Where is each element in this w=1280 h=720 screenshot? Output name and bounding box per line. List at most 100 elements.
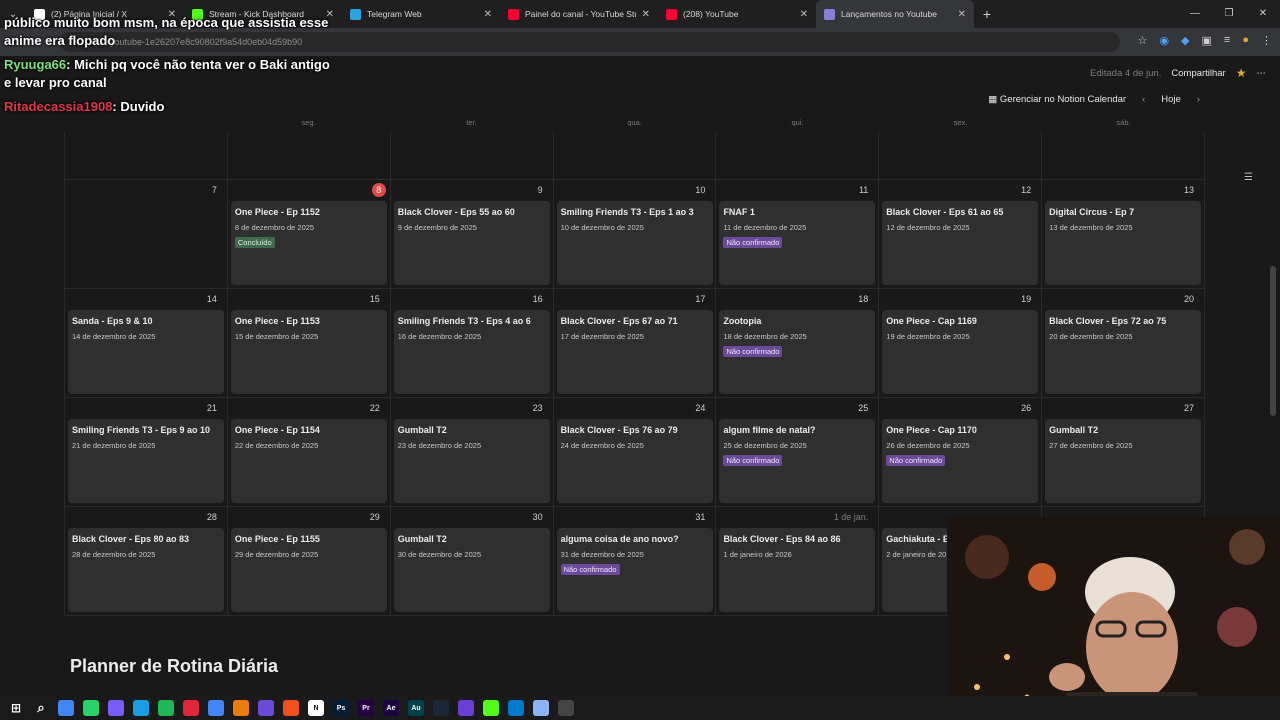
calendar-event-card[interactable]: One Piece - Ep 1154 22 de dezembro de 202… [230, 419, 387, 503]
calendar-event-card[interactable]: Digital Circus - Ep 7 13 de dezembro de 2… [1045, 201, 1202, 285]
steam-icon[interactable] [433, 700, 449, 716]
windows-start-icon[interactable]: ⊞ [8, 700, 24, 716]
close-tab-icon[interactable]: ✕ [484, 9, 492, 20]
calendar-event-card[interactable]: FNAF 1 11 de dezembro de 2025 Não confirma… [719, 201, 876, 285]
calendar-day-cell[interactable] [1042, 132, 1206, 180]
blender-icon[interactable] [233, 700, 249, 716]
calendar-event-card[interactable]: One Piece - Cap 1170 26 de dezembro de 20… [882, 419, 1039, 503]
close-window-button[interactable]: ✕ [1246, 0, 1280, 28]
browser-tab[interactable]: Lançamentos no Youtube ✕ [816, 0, 974, 28]
extension-icon[interactable]: ◉ [1159, 34, 1169, 47]
prev-month-button[interactable]: ‹ [1142, 94, 1145, 105]
photoshop-icon[interactable]: Ps [333, 700, 349, 716]
figma-icon[interactable] [283, 700, 299, 716]
calendar-day-cell[interactable]: 1 de jan. Black Clover - Eps 84 ao 86 1 de… [716, 507, 880, 616]
calendar-event-card[interactable]: One Piece - Ep 1153 15 de dezembro de 202… [230, 310, 387, 394]
calendar-day-cell[interactable]: 14 Sanda - Eps 9 & 10 14 de dezembro de 20… [65, 289, 228, 398]
chrome-icon[interactable] [58, 700, 74, 716]
more-options-icon[interactable]: ⋯ [1257, 68, 1267, 79]
calendar-day-cell[interactable]: 11 FNAF 1 11 de dezembro de 2025 Não confir… [716, 180, 880, 289]
calendar-day-cell[interactable]: 21 Smiling Friends T3 - Eps 9 ao 10 21 de … [65, 398, 228, 507]
close-tab-icon[interactable]: ✕ [800, 9, 808, 20]
calendar-event-card[interactable]: Zootopia 18 de dezembro de 2025 Não confir… [719, 310, 876, 394]
bookmark-star-icon[interactable]: ☆ [1138, 34, 1148, 47]
calendar-event-card[interactable]: alguma coisa de ano novo? 31 de dezembro … [556, 528, 713, 612]
menu-list-icon[interactable]: ≡ [1224, 34, 1230, 47]
calendar-day-cell[interactable]: 29 One Piece - Ep 1155 29 de dezembro de 2… [227, 507, 391, 616]
audition-icon[interactable]: Au [408, 700, 424, 716]
edge-icon[interactable] [133, 700, 149, 716]
search-icon[interactable]: ⌕ [33, 700, 49, 716]
calendar-event-card[interactable]: One Piece - Ep 1155 29 de dezembro de 202… [230, 528, 387, 612]
app-icon[interactable] [258, 700, 274, 716]
calendar-event-card[interactable]: One Piece - Cap 1169 19 de dezembro de 20… [882, 310, 1039, 394]
more-menu-icon[interactable]: ⋮ [1261, 34, 1272, 47]
calendar-event-card[interactable]: Gumball T2 23 de dezembro de 2025 [393, 419, 550, 503]
calendar-day-cell[interactable] [553, 132, 717, 180]
after-effects-icon[interactable]: Ae [383, 700, 399, 716]
calendar-event-card[interactable]: Black Clover - Eps 61 ao 65 12 de dezembr… [882, 201, 1039, 285]
calendar-event-card[interactable]: Black Clover - Eps 55 ao 60 9 de dezembro… [393, 201, 550, 285]
calendar-day-cell[interactable]: 22 One Piece - Ep 1154 22 de dezembro de 2… [227, 398, 391, 507]
calendar-day-cell[interactable]: 28 Black Clover - Eps 80 ao 83 28 de dezem… [65, 507, 228, 616]
notion-taskbar-icon[interactable]: N [308, 700, 324, 716]
calendar-day-cell[interactable]: 27 Gumball T2 27 de dezembro de 2025 [1042, 398, 1206, 507]
whatsapp-icon[interactable] [83, 700, 99, 716]
spotify-icon[interactable] [158, 700, 174, 716]
copilot-icon[interactable] [108, 700, 124, 716]
vscode-icon[interactable] [508, 700, 524, 716]
calendar-event-card[interactable]: Gumball T2 27 de dezembro de 2025 [1045, 419, 1202, 503]
browser-tab[interactable]: Painel do canal - YouTube Studio ✕ [500, 0, 658, 28]
favorite-star-icon[interactable]: ★ [1236, 66, 1247, 80]
side-menu-icon[interactable]: ☰ [1244, 172, 1256, 183]
calendar-day-cell[interactable]: 12 Black Clover - Eps 61 ao 65 12 de dezem… [879, 180, 1043, 289]
manage-calendar-button[interactable]: ▦ Gerenciar no Notion Calendar [988, 94, 1126, 105]
calendar-day-cell[interactable] [65, 132, 228, 180]
calendar-day-cell[interactable]: 26 One Piece - Cap 1170 26 de dezembro de … [879, 398, 1043, 507]
calendar-event-card[interactable]: algum filme de natal? 25 de dezembro de 2… [719, 419, 876, 503]
calendar-day-cell[interactable]: 24 Black Clover - Eps 76 ao 79 24 de dezem… [553, 398, 717, 507]
close-tab-icon[interactable]: ✕ [958, 9, 966, 20]
calendar-event-card[interactable]: One Piece - Ep 1152 8 de dezembro de 2025… [230, 201, 387, 285]
calendar-day-cell[interactable]: 20 Black Clover - Eps 72 ao 75 20 de dezem… [1042, 289, 1206, 398]
calendar-day-cell[interactable]: 13 Digital Circus - Ep 7 13 de dezembro de… [1042, 180, 1206, 289]
calendar-day-cell[interactable] [716, 132, 880, 180]
calendar-day-cell[interactable]: 19 One Piece - Cap 1169 19 de dezembro de … [879, 289, 1043, 398]
profile-avatar[interactable]: ● [1242, 34, 1249, 47]
calendar-event-card[interactable]: Black Clover - Eps 84 ao 86 1 de janeiro … [719, 528, 876, 612]
calendar-day-cell[interactable] [879, 132, 1043, 180]
calendar-day-cell[interactable]: 30 Gumball T2 30 de dezembro de 2025 [390, 507, 554, 616]
calendar-event-card[interactable]: Black Clover - Eps 80 ao 83 28 de dezembr… [68, 528, 224, 612]
calendar-event-card[interactable]: Smiling Friends T3 - Eps 9 ao 10 21 de de… [68, 419, 224, 503]
calendar-day-cell[interactable]: 8 One Piece - Ep 1152 8 de dezembro de 202… [227, 180, 391, 289]
calendar-event-card[interactable]: Black Clover - Eps 72 ao 75 20 de dezembr… [1045, 310, 1202, 394]
close-tab-icon[interactable]: ✕ [642, 9, 650, 20]
calendar-day-cell[interactable]: 17 Black Clover - Eps 67 ao 71 17 de dezem… [553, 289, 717, 398]
calendar-day-cell[interactable]: 18 Zootopia 18 de dezembro de 2025 Não conf… [716, 289, 880, 398]
new-tab-button[interactable]: + [974, 6, 1000, 22]
calendar-day-cell[interactable] [390, 132, 554, 180]
premiere-icon[interactable]: Pr [358, 700, 374, 716]
calendar-day-cell[interactable]: 31 alguma coisa de ano novo? 31 de dezembr… [553, 507, 717, 616]
calendar-event-card[interactable]: Sanda - Eps 9 & 10 14 de dezembro de 2025 [68, 310, 224, 394]
next-month-button[interactable]: › [1197, 94, 1200, 105]
today-button[interactable]: Hoje [1161, 94, 1181, 105]
calendar-day-cell[interactable]: 7 [65, 180, 228, 289]
maximize-button[interactable]: ❐ [1212, 0, 1246, 28]
calendar-day-cell[interactable]: 16 Smiling Friends T3 - Eps 4 ao 6 16 de d… [390, 289, 554, 398]
calendar-day-cell[interactable]: 25 algum filme de natal? 25 de dezembro de… [716, 398, 880, 507]
calendar-event-card[interactable]: Smiling Friends T3 - Eps 4 ao 6 16 de dez… [393, 310, 550, 394]
extension-2-icon[interactable]: ◆ [1181, 34, 1189, 47]
calendar-day-cell[interactable]: 10 Smiling Friends T3 - Eps 1 ao 3 10 de d… [553, 180, 717, 289]
app4-icon[interactable] [558, 700, 574, 716]
page-scrollbar[interactable] [1270, 266, 1276, 416]
browser-tab[interactable]: (208) YouTube ✕ [658, 0, 816, 28]
calendar-event-card[interactable]: Black Clover - Eps 76 ao 79 24 de dezembr… [556, 419, 713, 503]
calendar-event-card[interactable]: Smiling Friends T3 - Eps 1 ao 3 10 de dez… [556, 201, 713, 285]
app2-icon[interactable] [483, 700, 499, 716]
calendar-day-cell[interactable] [227, 132, 391, 180]
calendar-event-card[interactable]: Gumball T2 30 de dezembro de 2025 [393, 528, 550, 612]
puzzle-icon[interactable]: ▣ [1202, 34, 1212, 47]
calendar-event-card[interactable]: Black Clover - Eps 67 ao 71 17 de dezembr… [556, 310, 713, 394]
minimize-button[interactable]: — [1178, 0, 1212, 28]
